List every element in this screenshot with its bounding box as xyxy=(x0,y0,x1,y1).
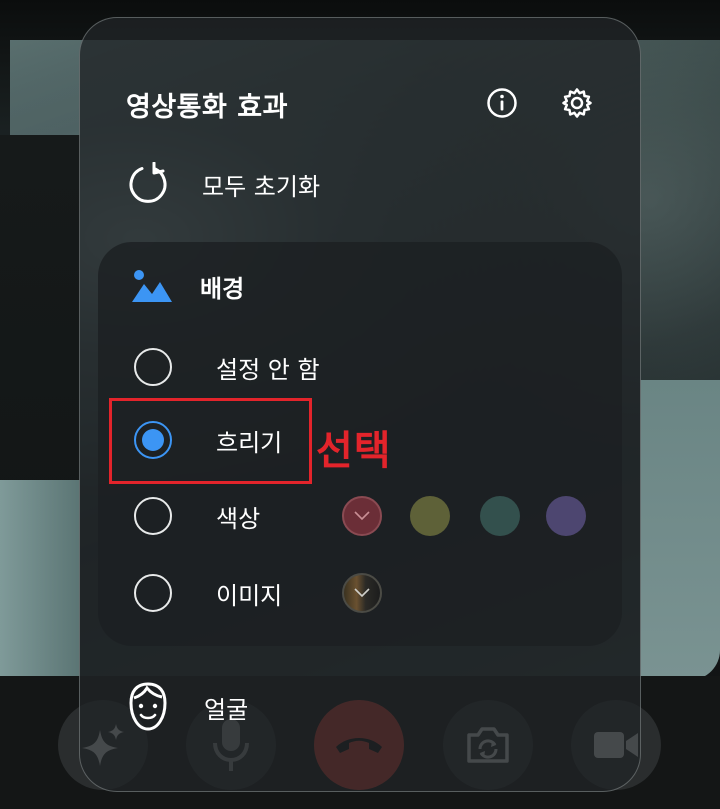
background-title: 배경 xyxy=(200,274,245,303)
background-option-image[interactable]: 이미지 xyxy=(134,573,282,613)
color-swatch-red[interactable] xyxy=(342,496,382,536)
color-swatch-olive[interactable] xyxy=(410,496,450,536)
radio-color[interactable] xyxy=(134,497,172,535)
checkmark-icon xyxy=(354,511,370,521)
scene-light-left xyxy=(0,480,80,680)
reset-all-button[interactable]: 모두 초기화 xyxy=(126,162,321,205)
background-header: 배경 xyxy=(130,266,244,306)
scene-light-right xyxy=(640,380,720,680)
radio-none[interactable] xyxy=(134,348,172,386)
option-label-none: 설정 안 함 xyxy=(216,355,320,384)
color-swatch-purple[interactable] xyxy=(546,496,586,536)
annotation-text: 선택 xyxy=(316,428,392,474)
settings-button[interactable] xyxy=(561,87,593,119)
reset-all-label: 모두 초기화 xyxy=(202,172,321,201)
panel-title: 영상통화 효과 xyxy=(126,92,288,123)
option-label-color: 색상 xyxy=(216,504,261,533)
face-icon xyxy=(129,682,167,731)
reset-icon xyxy=(129,162,167,203)
face-label: 얼굴 xyxy=(204,695,249,724)
info-icon xyxy=(487,88,517,118)
face-effects-button[interactable]: 얼굴 xyxy=(126,682,248,732)
checkmark-icon xyxy=(354,588,370,598)
background-option-none[interactable]: 설정 안 함 xyxy=(134,347,320,387)
info-button[interactable] xyxy=(486,87,518,119)
radio-image[interactable] xyxy=(134,574,172,612)
landscape-icon xyxy=(132,270,172,302)
option-label-image: 이미지 xyxy=(216,581,283,610)
background-option-color[interactable]: 색상 xyxy=(134,496,260,536)
gear-icon xyxy=(562,88,592,118)
color-swatch-teal[interactable] xyxy=(480,496,520,536)
background-image-thumbnail[interactable] xyxy=(342,573,382,613)
annotation-highlight-box xyxy=(109,398,312,484)
